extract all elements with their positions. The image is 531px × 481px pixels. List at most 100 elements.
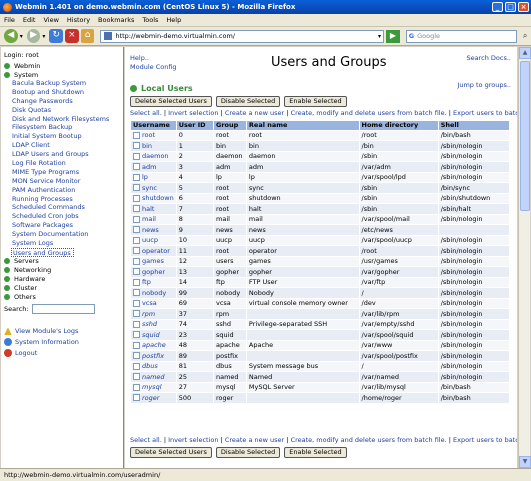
delete-selected-users-button[interactable]: Delete Selected Users [130, 447, 212, 458]
row-checkbox[interactable] [133, 268, 140, 276]
help-link[interactable]: Help.. [130, 54, 177, 63]
menu-help[interactable]: Help [166, 16, 181, 24]
row-checkbox[interactable] [133, 341, 140, 349]
category-networking[interactable]: Networking [4, 266, 120, 275]
invert-selection-link[interactable]: Invert selection [168, 109, 218, 117]
module-link[interactable]: PAM Authentication [4, 186, 120, 195]
row-checkbox[interactable] [133, 394, 140, 402]
menu-edit[interactable]: Edit [23, 16, 36, 24]
category-hardware[interactable]: Hardware [4, 275, 120, 284]
disable-selected-button[interactable]: Disable Selected [215, 447, 281, 458]
module-link[interactable]: Bacula Backup System [4, 79, 120, 88]
menu-history[interactable]: History [67, 16, 90, 24]
username-link[interactable]: news [142, 226, 159, 234]
module-link[interactable]: Scheduled Cron Jobs [4, 212, 120, 221]
sidebar-search-input[interactable] [31, 303, 95, 314]
row-checkbox[interactable] [133, 289, 140, 297]
row-checkbox[interactable] [133, 236, 140, 244]
create-user-link[interactable]: Create a new user [225, 109, 284, 117]
select-all-link[interactable]: Select all. [130, 109, 162, 117]
username-link[interactable]: daemon [142, 152, 169, 160]
row-checkbox[interactable] [133, 205, 140, 213]
menu-file[interactable]: File [4, 16, 15, 24]
row-checkbox[interactable] [133, 257, 140, 265]
minimize-button[interactable]: _ [492, 2, 503, 12]
url-bar[interactable]: http://webmin-demo.virtualmin.com/ ▾ [100, 29, 385, 43]
scrollbar-thumb[interactable] [520, 61, 530, 211]
row-checkbox[interactable] [133, 215, 140, 223]
category-webmin[interactable]: Webmin [4, 61, 120, 70]
back-dropdown-icon[interactable]: ▾ [20, 33, 23, 40]
view-logs-link[interactable]: View Module's Logs [4, 326, 120, 337]
forward-dropdown-icon[interactable]: ▾ [42, 33, 45, 40]
row-checkbox[interactable] [133, 226, 140, 234]
username-link[interactable]: rpm [142, 310, 155, 318]
module-link[interactable]: Software Packages [4, 221, 120, 230]
module-link[interactable]: Bootup and Shutdown [4, 88, 120, 97]
module-link-users-and-groups[interactable]: Users and Groups [11, 247, 74, 257]
module-link[interactable]: LDAP Client [4, 141, 120, 150]
username-link[interactable]: ftp [142, 278, 151, 286]
close-button[interactable]: × [518, 2, 529, 12]
stop-icon[interactable]: × [65, 29, 79, 43]
row-checkbox[interactable] [133, 163, 140, 171]
module-link[interactable]: Disk Quotas [4, 106, 120, 115]
search-docs-link[interactable]: Search Docs.. [467, 54, 511, 62]
local-users-section[interactable]: Local Users [130, 84, 193, 93]
row-checkbox[interactable] [133, 131, 140, 139]
reload-icon[interactable]: ↻ [49, 29, 64, 43]
row-checkbox[interactable] [133, 299, 140, 307]
username-link[interactable]: uucp [142, 236, 158, 244]
category-others[interactable]: Others [4, 293, 120, 302]
category-servers[interactable]: Servers [4, 257, 120, 266]
row-checkbox[interactable] [133, 352, 140, 360]
username-link[interactable]: halt [142, 205, 154, 213]
module-config-link[interactable]: Module Config [130, 63, 177, 72]
maximize-button[interactable]: □ [505, 2, 516, 12]
username-link[interactable]: lp [142, 173, 148, 181]
row-checkbox[interactable] [133, 142, 140, 150]
module-link[interactable]: MIME Type Programs [4, 168, 120, 177]
column-header-username[interactable]: Username [130, 120, 177, 131]
module-link[interactable]: Initial System Bootup [4, 132, 120, 141]
menu-view[interactable]: View [43, 16, 58, 24]
logout-link[interactable]: Logout [4, 348, 120, 359]
username-link[interactable]: apache [142, 341, 166, 349]
username-link[interactable]: vcsa [142, 299, 157, 307]
module-link[interactable]: System Documentation [4, 230, 120, 239]
username-link[interactable]: shutdown [142, 194, 174, 202]
username-link[interactable]: nobody [142, 289, 166, 297]
scroll-up-icon[interactable]: ▲ [519, 47, 531, 59]
username-link[interactable]: squid [142, 331, 160, 339]
search-icon[interactable]: ⌕ [519, 30, 531, 43]
username-link[interactable]: sshd [142, 320, 157, 328]
username-link[interactable]: root [142, 131, 155, 139]
enable-selected-button[interactable]: Enable Selected [284, 447, 347, 458]
module-link[interactable]: Filesystem Backup [4, 123, 120, 132]
row-checkbox[interactable] [133, 373, 140, 381]
row-checkbox[interactable] [133, 320, 140, 328]
row-checkbox[interactable] [133, 152, 140, 160]
module-link[interactable]: Running Processes [4, 195, 120, 204]
go-icon[interactable]: ▶ [386, 29, 400, 43]
username-link[interactable]: sync [142, 184, 157, 192]
select-all-link[interactable]: Select all. [130, 436, 162, 444]
row-checkbox[interactable] [133, 247, 140, 255]
jump-to-groups-link[interactable]: Jump to groups.. [457, 81, 511, 89]
row-checkbox[interactable] [133, 184, 140, 192]
export-batch-link[interactable]: Export users to batch file [453, 109, 517, 117]
enable-selected-button[interactable]: Enable Selected [284, 96, 347, 107]
module-link[interactable]: System Logs [4, 239, 120, 248]
username-link[interactable]: bin [142, 142, 152, 150]
row-checkbox[interactable] [133, 173, 140, 181]
vertical-scrollbar[interactable]: ▲ ▼ [518, 47, 531, 468]
category-cluster[interactable]: Cluster [4, 284, 120, 293]
batch-file-link[interactable]: Create, modify and delete users from bat… [291, 109, 447, 117]
disable-selected-button[interactable]: Disable Selected [215, 96, 281, 107]
username-link[interactable]: mysql [142, 383, 162, 391]
search-engine-box[interactable]: G Google [405, 29, 518, 43]
url-dropdown-icon[interactable]: ▾ [378, 33, 383, 40]
username-link[interactable]: operator [142, 247, 170, 255]
row-checkbox[interactable] [133, 194, 140, 202]
delete-selected-users-button[interactable]: Delete Selected Users [130, 96, 212, 107]
